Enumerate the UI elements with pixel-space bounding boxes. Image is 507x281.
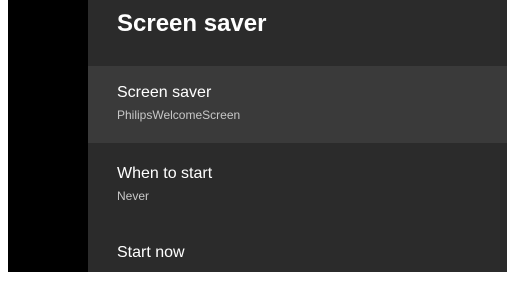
menu-item-when-to-start[interactable]: When to start Never <box>88 143 507 220</box>
menu-item-value: PhilipsWelcomeScreen <box>117 108 241 122</box>
page-title: Screen saver <box>117 10 267 37</box>
menu-item-start-now[interactable]: Start now <box>88 220 507 272</box>
menu-item-label: Start now <box>117 244 185 261</box>
settings-panel: Screen saver Screen saver PhilipsWelcome… <box>88 0 507 272</box>
menu-item-value: Never <box>117 189 150 203</box>
menu-item-screen-saver[interactable]: Screen saver PhilipsWelcomeScreen <box>88 66 507 143</box>
tv-screen: Screen saver Screen saver PhilipsWelcome… <box>8 0 507 272</box>
menu-item-label: Screen saver <box>117 84 212 101</box>
menu-item-label: When to start <box>117 165 213 182</box>
left-margin <box>8 0 88 272</box>
